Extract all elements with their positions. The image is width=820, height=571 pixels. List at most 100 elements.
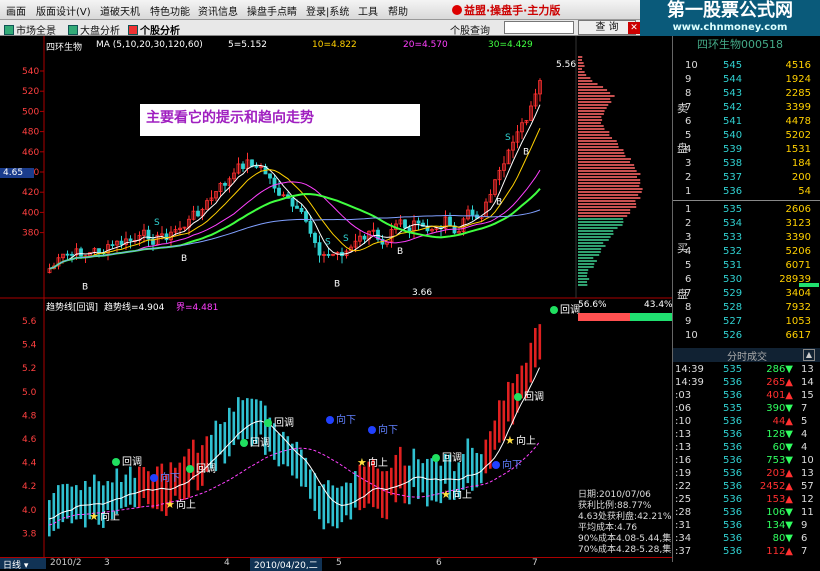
tick-price: 536 (723, 520, 743, 531)
trend-bar (277, 433, 281, 467)
buy-row: 5 531 6071 (673, 260, 820, 273)
tick-count: 7 (801, 403, 808, 414)
signal-down: 向下 (160, 471, 180, 484)
tick-time: :16 (675, 455, 692, 466)
candle-body (295, 205, 299, 209)
trend-tick: 4.4 (22, 459, 37, 469)
chip-bar (578, 245, 606, 247)
brand-logo-icon (452, 5, 462, 15)
chip-bar (578, 56, 583, 58)
trend-bar (183, 456, 186, 500)
level: 1 (685, 186, 692, 197)
buy-row: 7 529 3404 (673, 288, 820, 301)
candle-body (317, 242, 322, 256)
chip-bar (578, 113, 604, 115)
trend-bar (228, 407, 231, 457)
menu-item-info[interactable]: 资讯信息 (198, 3, 238, 18)
signal-up: 向上 (452, 488, 472, 501)
signal-buy: B (334, 279, 340, 289)
trend-bar (66, 483, 69, 519)
menu-item-screen[interactable]: 画面 (6, 3, 26, 18)
stock-search-input[interactable] (504, 21, 574, 34)
menu-item-login[interactable]: 登录|系统 (306, 3, 349, 18)
signal-sell: S (505, 133, 511, 143)
menu-item-features[interactable]: 特色功能 (150, 3, 190, 18)
date-axis: 日线 ▾ 2010/2 3 4 2010/04/20,二 5 6 7 (0, 557, 672, 571)
high-label: 5.56 (556, 60, 577, 70)
sell-row: 2 537 200 (673, 172, 820, 185)
tick-volume: 401▲ (766, 390, 793, 401)
chip-bar (578, 191, 642, 193)
menu-item-dao[interactable]: 道破天机 (100, 3, 140, 18)
chip-bar (578, 80, 593, 82)
chip-bar (578, 101, 612, 103)
menu-item-trader[interactable]: 操盘手点睛 (247, 3, 297, 18)
stock-analysis-button[interactable]: 个股分析 (128, 22, 180, 37)
chip-bar (578, 236, 611, 238)
chip-bar (578, 128, 605, 130)
volume: 2606 (785, 204, 811, 215)
tick-price: 536 (723, 390, 743, 401)
volume: 5206 (785, 246, 811, 257)
pullback-dot (514, 393, 522, 401)
cost-info: 日期:2010/07/06 获利比例:88.77% 4.63处获利盘:42.21… (578, 490, 671, 556)
level: 5 (685, 260, 692, 271)
signal-up: 向上 (516, 434, 536, 447)
chip-bar (578, 281, 588, 283)
sell-row: 9 544 1924 (673, 74, 820, 87)
tick-volume: 80▼ (772, 533, 793, 544)
trend-tick: 3.8 (22, 529, 37, 539)
tick-count: 10 (801, 455, 814, 466)
signal-buy: B (82, 283, 88, 293)
chip-bar (578, 152, 625, 154)
site-banner-title: 第一股票公式网 (667, 0, 793, 21)
chip-bar (578, 260, 597, 262)
tick-time: :13 (675, 429, 692, 440)
trend-bar (340, 486, 344, 523)
sell-row: 5 540 5202 (673, 130, 820, 143)
tick-time: :03 (675, 390, 692, 401)
current-price-tag: 4.65 (0, 168, 34, 178)
tick-volume: 112▲ (766, 546, 793, 557)
tick-time: 14:39 (675, 364, 704, 375)
sell-row: 3 538 184 (673, 158, 820, 171)
menu-item-help[interactable]: 帮助 (388, 3, 408, 18)
trend-bar (426, 458, 429, 507)
menu-item-tools[interactable]: 工具 (358, 3, 378, 18)
trend-bar (138, 466, 141, 508)
price: 543 (723, 88, 743, 99)
buy-row: 6 530 28939 (673, 274, 820, 287)
market-overview-button[interactable]: 市场全景 (4, 22, 56, 37)
day-tab[interactable]: 日线 ▾ (0, 558, 46, 571)
signal-pullback: 回调 (196, 463, 216, 475)
tick-count: 7 (801, 546, 808, 557)
ticks-scroll-icon[interactable]: ▲ (803, 349, 815, 361)
signal-pullback: 回调 (560, 304, 580, 316)
level: 2 (685, 218, 692, 229)
ma20-legend: 20=4.570 (403, 40, 448, 50)
sell-row: 10 545 4516 (673, 60, 820, 73)
date-label: 7 (532, 558, 538, 568)
menu-item-layout[interactable]: 版面设计(V) (36, 3, 91, 18)
candle-body (416, 220, 421, 224)
price: 539 (723, 144, 743, 155)
annotation-note: 主要看它的提示和趋向走势 (140, 104, 420, 136)
chip-bar (578, 197, 641, 199)
volume: 6617 (785, 330, 811, 341)
chip-bar (578, 68, 582, 70)
price: 528 (723, 302, 743, 313)
price-tick: 480 (22, 128, 39, 138)
volume: 7932 (785, 302, 811, 313)
chip-bar (578, 251, 601, 253)
buy-row: 4 532 5206 (673, 246, 820, 259)
index-analysis-button[interactable]: 大盘分析 (68, 22, 120, 37)
price-tick: 400 (22, 208, 39, 218)
date-label-selected: 2010/04/20,二 (250, 558, 322, 571)
close-icon[interactable]: ✕ (628, 22, 640, 34)
chip-bar (578, 194, 639, 196)
chip-bar (578, 173, 641, 175)
trend-bar (381, 471, 384, 518)
tick-row: :34 536 80▼ 6 (673, 533, 820, 546)
trend-bar (309, 469, 312, 499)
candle-body (326, 254, 331, 256)
